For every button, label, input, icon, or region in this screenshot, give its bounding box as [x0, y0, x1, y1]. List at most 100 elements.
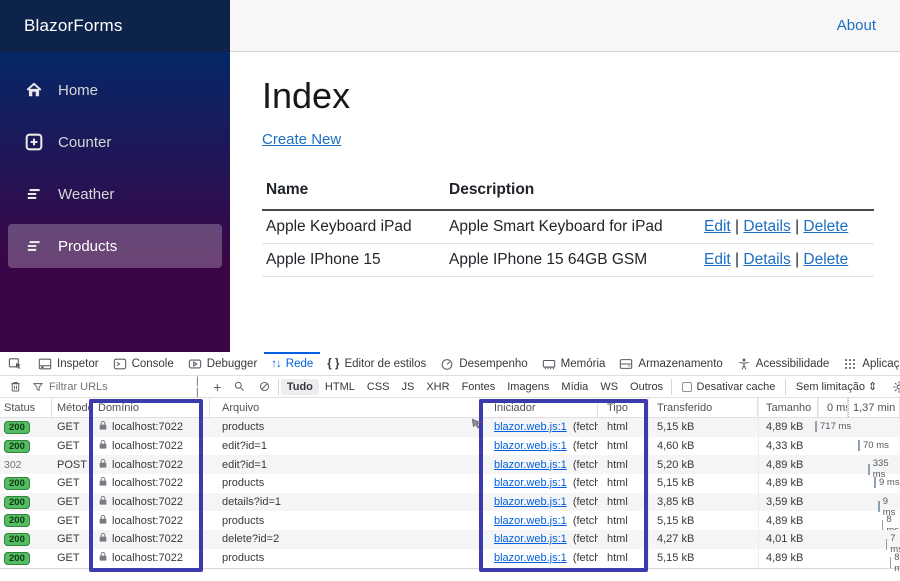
application-icon	[845, 358, 856, 369]
type-filter-button[interactable]: Imagens	[501, 379, 555, 395]
page-title: Index	[262, 75, 351, 116]
type-filter-button[interactable]: Fontes	[456, 379, 502, 395]
delete-link[interactable]: Delete	[803, 218, 848, 235]
column-size[interactable]: Tamanho	[758, 398, 818, 417]
initiator-link[interactable]: blazor.web.js:1	[494, 496, 567, 508]
sidebar-item-weather[interactable]: Weather	[8, 172, 222, 216]
column-time-end[interactable]: 1,37 min	[848, 398, 900, 417]
status-badge: 200	[4, 532, 30, 546]
edit-link[interactable]: Edit	[704, 218, 731, 235]
network-request-row[interactable]: 200 GET localhost:7022 edit?id=1 blazor.…	[0, 436, 900, 456]
request-type: html	[607, 458, 628, 471]
tab-desempenho[interactable]: Desempenho	[433, 352, 534, 375]
type-filter-button[interactable]: Mídia	[555, 379, 594, 395]
tab-rede[interactable]: ↑↓ Rede	[264, 352, 321, 375]
tab-aplicacao[interactable]: Aplicação	[836, 352, 900, 375]
storage-icon	[620, 358, 633, 369]
network-request-row[interactable]: 200 GET localhost:7022 details?id=1 blaz…	[0, 492, 900, 518]
checkbox-icon[interactable]	[681, 381, 692, 392]
request-domain: localhost:7022	[112, 421, 183, 434]
product-name: Apple Keyboard iPad	[262, 210, 445, 244]
request-transferred: 5,15 kB	[648, 474, 758, 493]
request-domain: localhost:7022	[112, 552, 183, 565]
type-filter-button[interactable]: JS	[395, 379, 420, 395]
initiator-cause: (fetch)	[572, 421, 598, 434]
column-initiator[interactable]: Iniciador	[480, 398, 598, 417]
initiator-link[interactable]: blazor.web.js:1	[494, 459, 567, 471]
waterfall-timing: 8 ms	[890, 552, 900, 574]
about-link[interactable]: About	[837, 17, 876, 34]
settings-icon[interactable]	[887, 380, 900, 394]
column-time-start[interactable]: 0 ms	[818, 398, 848, 417]
tab-inspetor[interactable]: Inspetor	[31, 352, 106, 375]
tab-debugger[interactable]: Debugger	[181, 352, 265, 375]
delete-link[interactable]: Delete	[803, 251, 848, 268]
disable-cache-toggle[interactable]: Desativar cache	[674, 381, 784, 393]
tab-console[interactable]: Console	[106, 352, 181, 375]
initiator-link[interactable]: blazor.web.js:1	[494, 477, 567, 489]
request-type: html	[607, 514, 628, 527]
column-transferred[interactable]: Transferido	[648, 398, 758, 417]
request-method: GET	[57, 533, 80, 546]
network-request-row[interactable]: 200 GET localhost:7022 products blazor.w…	[0, 474, 900, 493]
column-status[interactable]: Status	[0, 398, 52, 417]
initiator-link[interactable]: blazor.web.js:1	[494, 515, 567, 527]
type-filter-button[interactable]: Outros	[624, 379, 669, 395]
style-editor-icon: { }	[327, 357, 340, 370]
tab-memoria[interactable]: Memória	[535, 352, 613, 375]
column-header-actions	[700, 175, 874, 211]
column-type[interactable]: Tipo	[598, 398, 648, 417]
pick-element-icon[interactable]	[0, 352, 31, 375]
create-new-link[interactable]: Create New	[262, 131, 341, 148]
network-request-row[interactable]: 200 GET localhost:7022 products blazor.w…	[0, 418, 900, 437]
request-domain: localhost:7022	[112, 514, 183, 527]
request-type: html	[607, 552, 628, 565]
add-request-icon[interactable]: +	[208, 379, 226, 395]
devtools-panel: Inspetor Console Debugger ↑↓ Rede { } Ed…	[0, 352, 900, 581]
initiator-link[interactable]: blazor.web.js:1	[494, 421, 567, 433]
initiator-link[interactable]: blazor.web.js:1	[494, 533, 567, 545]
product-name: Apple IPhone 15	[262, 243, 445, 277]
request-type: html	[607, 496, 628, 509]
sidebar-item-products[interactable]: Products	[8, 224, 222, 268]
edit-link[interactable]: Edit	[704, 251, 731, 268]
sidebar-item-counter[interactable]: Counter	[8, 120, 222, 164]
block-icon[interactable]	[253, 380, 276, 393]
type-filter-button[interactable]: CSS	[361, 379, 396, 395]
column-domain[interactable]: Domínio	[90, 398, 210, 417]
type-filter-button[interactable]: XHR	[420, 379, 455, 395]
throttling-dropdown[interactable]: Sem limitação ⇕	[788, 380, 885, 394]
column-method[interactable]: Método	[52, 398, 90, 417]
initiator-cause: (fetch)	[572, 458, 598, 471]
filter-urls-input[interactable]	[49, 380, 191, 393]
request-type: html	[607, 533, 628, 546]
network-request-row[interactable]: 200 GET localhost:7022 products blazor.w…	[0, 548, 900, 574]
clear-requests-icon[interactable]	[4, 380, 27, 393]
sidebar-item-home[interactable]: Home	[8, 68, 222, 112]
type-filter-button[interactable]: HTML	[319, 379, 361, 395]
lock-icon	[98, 514, 108, 528]
product-description: Apple IPhone 15 64GB GSM	[445, 243, 700, 277]
details-link[interactable]: Details	[743, 218, 790, 235]
tab-editor-de-estilos[interactable]: { } Editor de estilos	[320, 352, 433, 375]
request-transferred: 5,15 kB	[648, 548, 758, 568]
network-icon: ↑↓	[271, 357, 281, 370]
pause-icon[interactable]: | |	[191, 376, 206, 398]
request-transferred: 3,85 kB	[648, 492, 758, 512]
type-filter-button[interactable]: Tudo	[280, 378, 319, 395]
initiator-link[interactable]: blazor.web.js:1	[494, 440, 567, 452]
initiator-link[interactable]: blazor.web.js:1	[494, 552, 567, 564]
initiator-cause: (fetch)	[572, 533, 598, 546]
network-request-row[interactable]: 200 GET localhost:7022 products blazor.w…	[0, 511, 900, 536]
network-request-row[interactable]: 302 POST localhost:7022 edit?id=1 blazor…	[0, 455, 900, 480]
type-filter-button[interactable]: WS	[594, 379, 624, 395]
details-link[interactable]: Details	[743, 251, 790, 268]
request-method: GET	[57, 514, 80, 527]
search-icon[interactable]	[228, 380, 251, 393]
tab-acessibilidade[interactable]: Acessibilidade	[730, 352, 837, 375]
column-file[interactable]: Arquivo	[210, 398, 480, 417]
network-request-row[interactable]: 200 GET localhost:7022 delete?id=2 blazo…	[0, 530, 900, 555]
request-type: html	[607, 440, 628, 453]
tab-armazenamento[interactable]: Armazenamento	[612, 352, 729, 375]
column-header-name: Name	[262, 175, 445, 211]
